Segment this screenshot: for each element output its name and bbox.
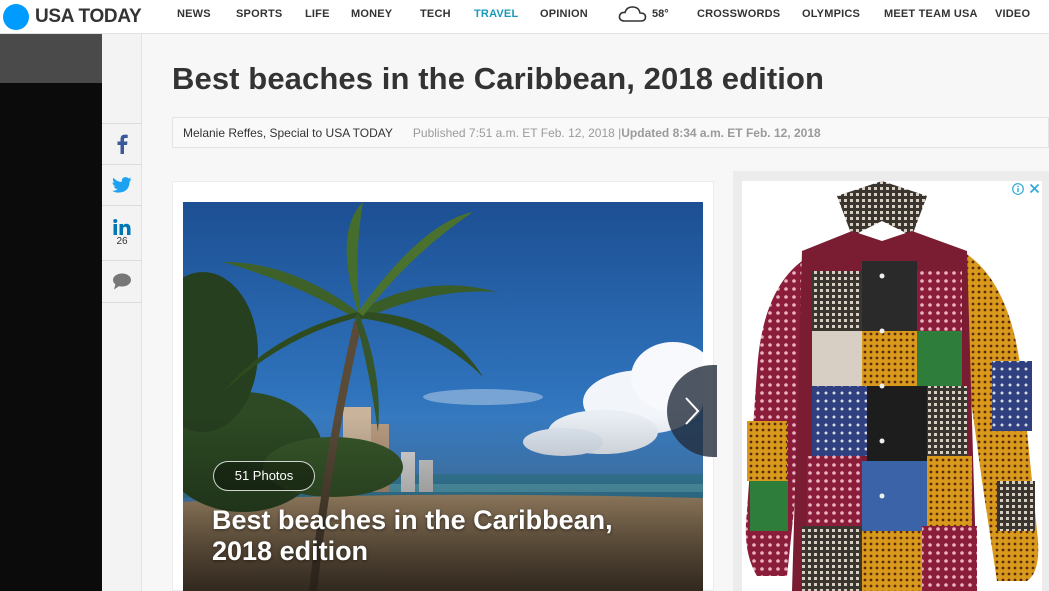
weather-widget[interactable]: 58°	[618, 4, 669, 24]
chevron-right-icon	[685, 397, 700, 425]
nav-item-sports[interactable]: SPORTS	[236, 0, 282, 34]
share-rail: 26	[102, 34, 142, 591]
linkedin-share-count: 26	[116, 236, 128, 247]
comments-button[interactable]	[102, 261, 142, 303]
nav-item-opinion[interactable]: OPINION	[540, 0, 588, 34]
byline: Melanie Reffes, Special to USA TODAY Pub…	[172, 117, 1049, 148]
nav-item-tech[interactable]: TECH	[420, 0, 451, 34]
info-icon	[1012, 182, 1024, 195]
comment-icon	[113, 273, 131, 290]
patchwork-shirt-ad-image	[742, 181, 1042, 591]
ad-info-button[interactable]	[1010, 181, 1026, 196]
left-panel	[0, 83, 102, 591]
cloud-icon	[618, 6, 647, 22]
nav-item-olympics[interactable]: OLYMPICS	[802, 0, 860, 34]
logo-text: USA TODAY	[35, 5, 142, 27]
nav-item-video[interactable]: VIDEO	[995, 0, 1030, 34]
share-twitter-button[interactable]	[102, 165, 142, 206]
nav-item-life[interactable]: LIFE	[305, 0, 330, 34]
byline-author[interactable]: Melanie Reffes, Special to USA TODAY	[183, 126, 393, 140]
nav-item-money[interactable]: MONEY	[351, 0, 392, 34]
usa-today-logo[interactable]: USA TODAY	[3, 3, 142, 30]
twitter-icon	[112, 176, 132, 193]
share-linkedin-button[interactable]: 26	[102, 206, 142, 261]
facebook-icon	[117, 134, 128, 154]
byline-updated: Updated 8:34 a.m. ET Feb. 12, 2018	[621, 125, 821, 140]
close-icon	[1029, 183, 1039, 194]
linkedin-icon	[113, 219, 131, 235]
ad-choices	[1010, 181, 1042, 196]
weather-temp: 58°	[652, 8, 669, 20]
ad-close-button[interactable]	[1026, 181, 1042, 196]
left-panel-header	[0, 34, 102, 83]
nav-item-meet-team-usa[interactable]: MEET TEAM USA	[884, 0, 978, 34]
advertisement[interactable]	[742, 181, 1042, 591]
nav-item-crosswords[interactable]: CROSSWORDS	[697, 0, 780, 34]
share-facebook-button[interactable]	[102, 124, 142, 165]
top-nav: USA TODAY NEWS SPORTS LIFE MONEY TECH TR…	[0, 0, 1049, 34]
byline-published: Published 7:51 a.m. ET Feb. 12, 2018 |	[412, 125, 622, 140]
photo-count-badge[interactable]: 51 Photos	[213, 461, 315, 491]
logo-dot-icon	[3, 3, 29, 30]
nav-item-news[interactable]: NEWS	[177, 0, 211, 34]
nav-item-travel[interactable]: TRAVEL	[474, 0, 518, 34]
article-headline: Best beaches in the Caribbean, 2018 edit…	[172, 61, 825, 96]
gallery-title[interactable]: Best beaches in the Caribbean, 2018 edit…	[212, 505, 672, 567]
